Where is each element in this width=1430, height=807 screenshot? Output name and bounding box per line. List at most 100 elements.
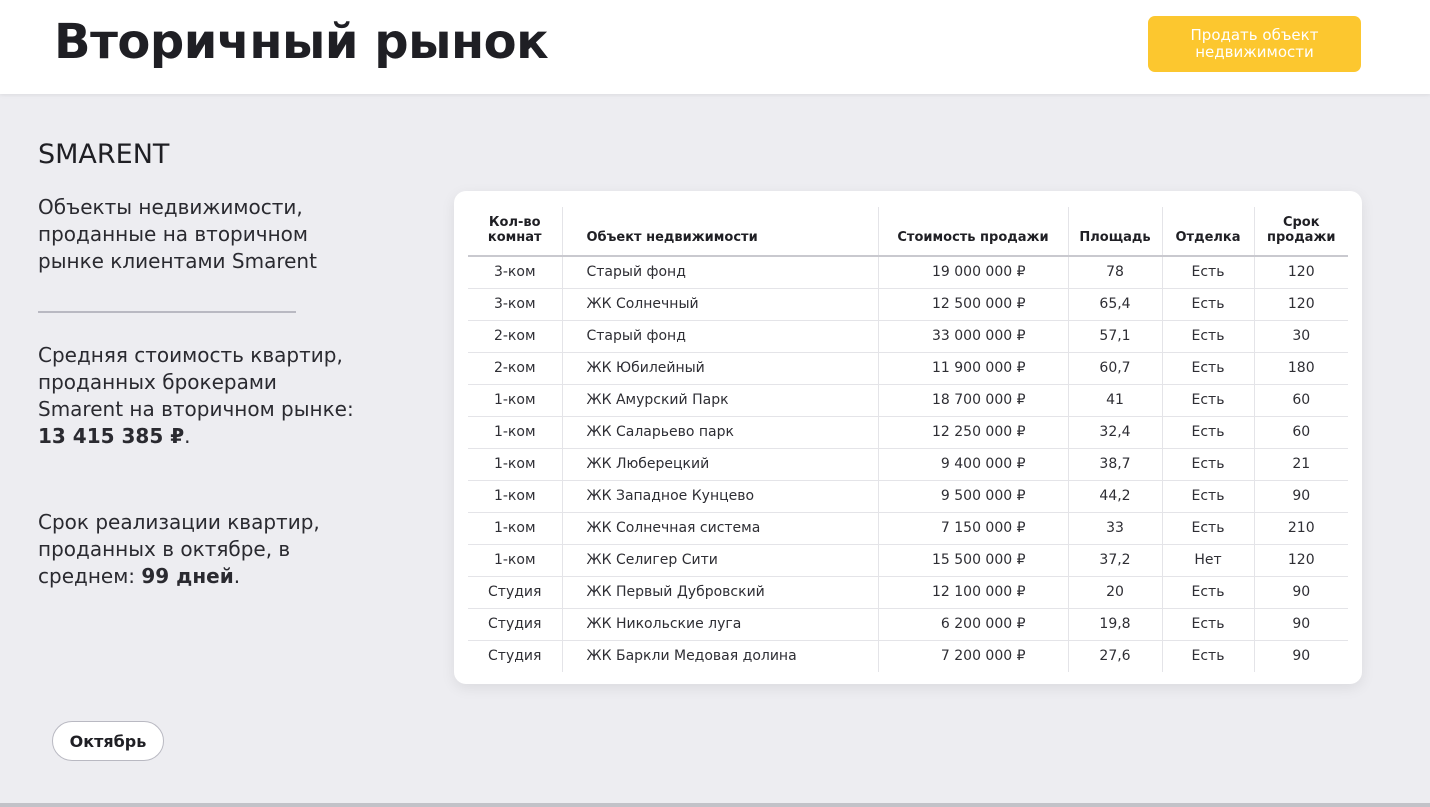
sell-property-button[interactable]: Продать объект недвижимости	[1148, 16, 1361, 72]
table-row: 1-ком ЖК Западное Кунцево 9 500 000 ₽44,2 Е…	[468, 480, 1348, 513]
column-header-term: Срок продажи	[1253, 207, 1348, 257]
cell-object: ЖК Никольские луга	[561, 608, 878, 641]
page-header: Вторичный рынок Продать объект недвижимо…	[0, 0, 1430, 94]
table-row: 1-ком ЖК Люберецкий 9 400 000 ₽38,7 Есть 21	[468, 448, 1348, 481]
cell-rooms: Студия	[468, 608, 562, 641]
cell-term: 120	[1253, 288, 1348, 321]
cell-object: ЖК Саларьево парк	[561, 416, 878, 449]
cell-object: ЖК Амурский Парк	[561, 384, 878, 417]
cell-price: 19 000 000 ₽	[877, 256, 1068, 289]
table-row: 3-ком Старый фонд 19 000 000 ₽78 Есть 120	[468, 256, 1348, 289]
cell-object: ЖК Селигер Сити	[561, 544, 878, 577]
cell-finishing: Есть	[1161, 384, 1254, 417]
column-header-rooms: Кол-во комнат	[468, 207, 562, 257]
cell-term: 210	[1253, 512, 1348, 545]
cell-finishing: Есть	[1161, 288, 1254, 321]
cell-term: 90	[1253, 480, 1348, 513]
cell-price: 7 200 000 ₽	[877, 640, 1068, 672]
cell-term: 90	[1253, 576, 1348, 609]
cell-object: ЖК Западное Кунцево	[561, 480, 878, 513]
sales-table-card: Кол-во комнат Объект недвижимости Стоимо…	[454, 191, 1362, 684]
cell-object: ЖК Юбилейный	[561, 352, 878, 385]
cell-price: 9 400 000 ₽	[877, 448, 1068, 481]
cell-rooms: Студия	[468, 576, 562, 609]
cell-rooms: 1-ком	[468, 480, 562, 513]
cell-term: 120	[1253, 256, 1348, 289]
cell-rooms: Студия	[488, 648, 542, 665]
cell-price: 12 500 000 ₽	[877, 288, 1068, 321]
cell-finishing: Есть	[1161, 640, 1254, 672]
cell-area: 20	[1067, 576, 1162, 609]
cell-area: 65,4	[1067, 288, 1162, 321]
cell-finishing: Есть	[1161, 608, 1254, 641]
sale-term-block: Срок реализации квартир, проданных в окт…	[38, 510, 320, 588]
cell-area: 33	[1067, 512, 1162, 545]
table-row: 2-ком Старый фонд 33 000 000 ₽57,1 Есть 30	[468, 320, 1348, 353]
average-price-label: Средняя стоимость квартир, проданных бро…	[38, 343, 354, 421]
cell-object: ЖК Солнечная система	[561, 512, 878, 545]
average-price-value: 13 415 385 ₽	[38, 424, 185, 448]
cell-area: 32,4	[1067, 416, 1162, 449]
cell-area: 27,6	[1067, 640, 1162, 672]
cell-price: 15 500 000 ₽	[877, 544, 1068, 577]
cell-term: 180	[1253, 352, 1348, 385]
cell-price: 33 000 000 ₽	[877, 320, 1068, 353]
cell-finishing: Есть	[1161, 256, 1254, 289]
table-row: 2-ком ЖК Юбилейный 11 900 000 ₽60,7 Есть 180	[468, 352, 1348, 385]
cell-rooms: 1-ком	[468, 416, 562, 449]
cell-rooms: 1-ком	[468, 512, 562, 545]
cell-term: 60	[1253, 384, 1348, 417]
cell-term: 60	[1253, 416, 1348, 449]
table-row: 3-ком ЖК Солнечный 12 500 000 ₽65,4 Есть 120	[468, 288, 1348, 321]
table-row: 1-ком ЖК Селигер Сити 15 500 000 ₽37,2 Нет 1…	[468, 544, 1348, 577]
table-body: 3-ком Старый фонд 19 000 000 ₽78 Есть 120 3-к…	[468, 256, 1348, 672]
cell-term: 120	[1253, 544, 1348, 577]
cell-rooms: 1-ком	[468, 448, 562, 481]
intro-text: Объекты недвижимости, проданные на втори…	[38, 195, 317, 273]
table-row: Студия ЖК Баркли Медовая долина 7 200 000 …	[468, 640, 1348, 672]
cell-area: 44,2	[1067, 480, 1162, 513]
sales-table: Кол-во комнат Объект недвижимости Стоимо…	[468, 207, 1348, 672]
cell-term: 90	[1253, 608, 1348, 641]
cell-price: 18 700 000 ₽	[877, 384, 1068, 417]
cell-rooms: 2-ком	[468, 352, 562, 385]
cell-rooms: 3-ком	[468, 256, 562, 289]
cell-price: 7 150 000 ₽	[877, 512, 1068, 545]
page-title: Вторичный рынок	[54, 14, 549, 70]
cell-price: 9 500 000 ₽	[877, 480, 1068, 513]
column-header-area: Площадь	[1067, 207, 1162, 257]
month-selector-button[interactable]: Октябрь	[52, 721, 164, 761]
cell-price: 6 200 000 ₽	[877, 608, 1068, 641]
cell-finishing: Есть	[1161, 352, 1254, 385]
column-header-price: Стоимость продажи	[877, 207, 1068, 257]
cell-finishing: Есть	[1161, 512, 1254, 545]
cell-finishing: Есть	[1161, 576, 1254, 609]
cell-object: ЖК Баркли Медовая долина	[561, 640, 878, 672]
table-row: 1-ком ЖК Амурский Парк 18 700 000 ₽41 Есть 6…	[468, 384, 1348, 417]
bottom-divider	[0, 803, 1430, 807]
cell-object: ЖК Солнечный	[561, 288, 878, 321]
table-row: Студия ЖК Первый Дубровский 12 100 000 ₽20…	[468, 576, 1348, 609]
cell-term: 90	[1253, 640, 1348, 672]
cell-term: 30	[1253, 320, 1348, 353]
cell-area: 41	[1067, 384, 1162, 417]
cell-object: ЖК Первый Дубровский	[561, 576, 878, 609]
table-row: 1-ком ЖК Солнечная система 7 150 000 ₽33 Ес…	[468, 512, 1348, 545]
cell-area: 57,1	[1067, 320, 1162, 353]
brand-name: SMARENT	[38, 139, 170, 170]
cell-finishing: Есть	[1161, 480, 1254, 513]
cell-term: 21	[1253, 448, 1348, 481]
column-header-finishing: Отделка	[1161, 207, 1254, 257]
cell-price: 12 250 000 ₽	[877, 416, 1068, 449]
cell-area: 19,8	[1067, 608, 1162, 641]
cell-rooms: 3-ком	[468, 288, 562, 321]
cell-object: Старый фонд	[561, 320, 878, 353]
cell-area: 78	[1067, 256, 1162, 289]
column-header-object: Объект недвижимости	[561, 207, 878, 257]
table-header-row: Кол-во комнат Объект недвижимости Стоимо…	[468, 207, 1348, 257]
cell-rooms: 1-ком	[468, 544, 562, 577]
cell-price: 11 900 000 ₽	[877, 352, 1068, 385]
cell-finishing: Есть	[1161, 320, 1254, 353]
cell-finishing: Есть	[1161, 448, 1254, 481]
sale-term-value: 99 дней	[141, 564, 234, 588]
